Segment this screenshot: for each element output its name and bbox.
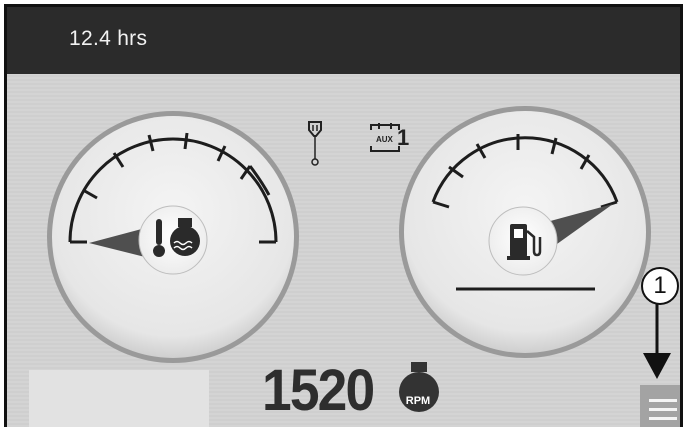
rpm-unit-label: RPM <box>405 395 431 407</box>
aux-label: AUX <box>376 135 393 144</box>
fuel-gauge <box>399 106 651 358</box>
lower-panel <box>29 370 209 427</box>
aux-number: 1 <box>397 125 410 150</box>
coolant-temp-gauge <box>47 111 299 363</box>
menu-button[interactable] <box>640 385 680 427</box>
callout-marker: 1 <box>641 267 679 305</box>
rpm-readout: 1520 <box>262 358 375 423</box>
display-screen: 12.4 hrs AUX 1 1520 RPM 1 <box>4 4 683 427</box>
callout-arrow <box>643 299 671 379</box>
glow-plug-icon <box>308 121 322 166</box>
menu-icon <box>649 399 677 402</box>
